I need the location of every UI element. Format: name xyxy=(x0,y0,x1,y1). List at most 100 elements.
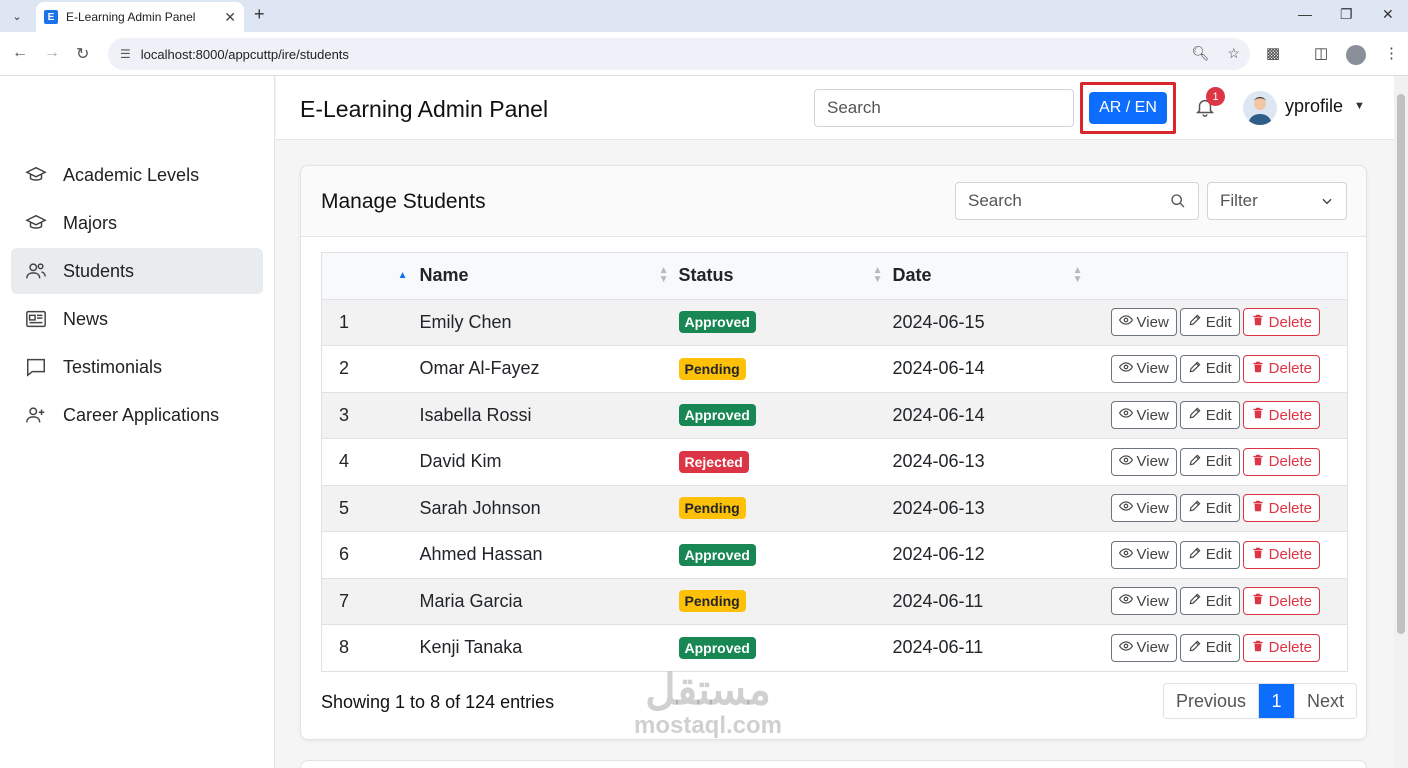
cell-name: Sarah Johnson xyxy=(419,484,679,532)
sidebar-item-news[interactable]: News xyxy=(11,296,263,342)
chat-bubble-icon xyxy=(25,356,47,378)
delete-button[interactable]: Delete xyxy=(1242,633,1320,662)
cell-date: 2024-06-14 xyxy=(892,391,1093,439)
table-row: 2 Omar Al-Fayez Pending 2024-06-14 View Edit D… xyxy=(321,345,1348,392)
pagination-previous[interactable]: Previous xyxy=(1164,684,1259,718)
sort-icon[interactable]: ▲ ▼ xyxy=(1073,266,1083,285)
cell-name: Omar Al-Fayez xyxy=(419,345,679,392)
status-badge: Pending xyxy=(678,590,746,613)
view-button[interactable]: View xyxy=(1110,494,1177,523)
delete-label: Delete xyxy=(1268,313,1312,331)
eye-icon xyxy=(1118,592,1137,610)
chrome-profile-avatar[interactable] xyxy=(1346,45,1366,65)
site-settings-icon[interactable]: ☰ xyxy=(120,47,131,61)
delete-button[interactable]: Delete xyxy=(1242,354,1320,383)
favicon-icon: E xyxy=(44,10,58,24)
extensions-icon[interactable]: ▩ xyxy=(1266,44,1280,62)
eye-icon xyxy=(1118,499,1137,517)
edit-button[interactable]: Edit xyxy=(1179,540,1240,569)
trash-icon xyxy=(1251,406,1269,424)
sidebar-item-majors[interactable]: Majors xyxy=(11,200,263,246)
user-menu-name[interactable]: yprofile xyxy=(1285,96,1343,117)
view-button[interactable]: View xyxy=(1110,633,1177,662)
delete-button[interactable]: Delete xyxy=(1242,308,1320,337)
view-button[interactable]: View xyxy=(1110,540,1177,569)
omnibox[interactable]: ☰ localhost:8000/appcuttp/ire/students 🔍… xyxy=(108,38,1250,70)
url-text[interactable]: localhost:8000/appcuttp/ire/students xyxy=(141,47,349,62)
edit-button[interactable]: Edit xyxy=(1179,587,1240,616)
cell-id: 2 xyxy=(321,345,420,392)
sort-asc-icon[interactable]: ▲ xyxy=(398,270,408,281)
restore-icon[interactable]: ❐ xyxy=(1340,6,1353,23)
chrome-menu-icon[interactable]: ⋮ xyxy=(1384,44,1399,62)
view-button[interactable]: View xyxy=(1110,587,1177,616)
edit-button[interactable]: Edit xyxy=(1179,494,1240,523)
edit-button[interactable]: Edit xyxy=(1179,447,1240,476)
column-header-id[interactable]: ▲ xyxy=(321,252,420,299)
edit-button[interactable]: Edit xyxy=(1179,401,1240,430)
column-header-date[interactable]: Date ▲ ▼ xyxy=(892,252,1093,299)
tab-search-chevron-icon[interactable]: ⌄ xyxy=(6,6,28,26)
delete-button[interactable]: Delete xyxy=(1242,447,1320,476)
delete-button[interactable]: Delete xyxy=(1242,401,1320,430)
new-tab-plus-icon[interactable]: + xyxy=(254,4,265,25)
eye-icon xyxy=(1118,546,1137,564)
reload-icon[interactable]: ↻ xyxy=(76,44,89,64)
column-header-actions xyxy=(1092,252,1348,299)
status-badge: Rejected xyxy=(678,450,749,473)
sidebar-item-testimonials[interactable]: Testimonials xyxy=(11,344,263,390)
table-search-input[interactable]: Search xyxy=(955,182,1199,220)
view-button[interactable]: View xyxy=(1110,401,1177,430)
sidebar-item-label: Students xyxy=(63,260,135,281)
view-label: View xyxy=(1136,360,1169,378)
filter-select[interactable]: Filter xyxy=(1207,182,1347,220)
pagination-page-1[interactable]: 1 xyxy=(1258,684,1295,718)
cell-name: Ahmed Hassan xyxy=(419,531,679,578)
delete-button[interactable]: Delete xyxy=(1242,494,1320,523)
table-row: 6 Ahmed Hassan Approved 2024-06-12 View Edit D… xyxy=(321,531,1348,578)
view-button[interactable]: View xyxy=(1110,308,1177,337)
sidebar-item-career-applications[interactable]: Career Applications xyxy=(11,392,263,438)
table-header-row: ▲ Name ▲ ▼ Status ▲ ▼ Date ▲ ▼ xyxy=(321,252,1348,299)
sort-icon[interactable]: ▲ ▼ xyxy=(659,266,669,285)
delete-label: Delete xyxy=(1268,499,1312,517)
user-avatar[interactable] xyxy=(1243,91,1277,125)
edit-button[interactable]: Edit xyxy=(1179,354,1240,383)
cell-status: Approved xyxy=(678,531,893,578)
tab-close-icon[interactable]: ✕ xyxy=(224,9,236,26)
view-button[interactable]: View xyxy=(1110,354,1177,383)
pagination-next[interactable]: Next xyxy=(1294,684,1357,718)
status-badge: Approved xyxy=(678,636,756,659)
language-toggle-button[interactable]: AR / EN xyxy=(1089,92,1167,124)
minimize-icon[interactable]: — xyxy=(1298,6,1312,22)
view-button[interactable]: View xyxy=(1110,447,1177,476)
window-close-icon[interactable]: ✕ xyxy=(1382,6,1394,23)
cell-date: 2024-06-14 xyxy=(892,345,1093,392)
delete-button[interactable]: Delete xyxy=(1242,587,1320,616)
cell-date: 2024-06-11 xyxy=(892,577,1093,625)
edit-button[interactable]: Edit xyxy=(1179,308,1240,337)
sidebar-item-students[interactable]: Students xyxy=(11,248,263,294)
edit-button[interactable]: Edit xyxy=(1179,633,1240,662)
cell-id: 7 xyxy=(321,577,420,625)
sort-icon[interactable]: ▲ ▼ xyxy=(873,266,883,285)
sidebar-item-academic-levels[interactable]: Academic Levels xyxy=(11,152,263,198)
browser-tab[interactable]: E E-Learning Admin Panel ✕ xyxy=(36,2,244,32)
side-panel-icon[interactable]: ◫ xyxy=(1314,44,1328,62)
page-scrollbar[interactable] xyxy=(1394,76,1408,768)
bookmark-star-icon[interactable]: ☆ xyxy=(1227,45,1240,62)
cell-id: 4 xyxy=(321,438,420,485)
sidebar-item-label: Career Applications xyxy=(63,404,220,425)
caret-down-icon[interactable]: ▼ xyxy=(1354,100,1365,112)
header-search-input[interactable] xyxy=(814,89,1074,127)
scrollbar-thumb[interactable] xyxy=(1397,94,1405,634)
column-header-name[interactable]: Name ▲ ▼ xyxy=(419,252,679,299)
cell-name: David Kim xyxy=(419,438,679,485)
zoom-icon[interactable]: 🔍︎ xyxy=(1192,45,1210,62)
delete-label: Delete xyxy=(1268,406,1312,424)
forward-arrow-icon[interactable]: → xyxy=(44,44,60,62)
column-header-status[interactable]: Status ▲ ▼ xyxy=(678,252,893,299)
back-arrow-icon[interactable]: ← xyxy=(12,44,28,62)
delete-button[interactable]: Delete xyxy=(1242,540,1320,569)
cell-id: 6 xyxy=(321,531,420,578)
